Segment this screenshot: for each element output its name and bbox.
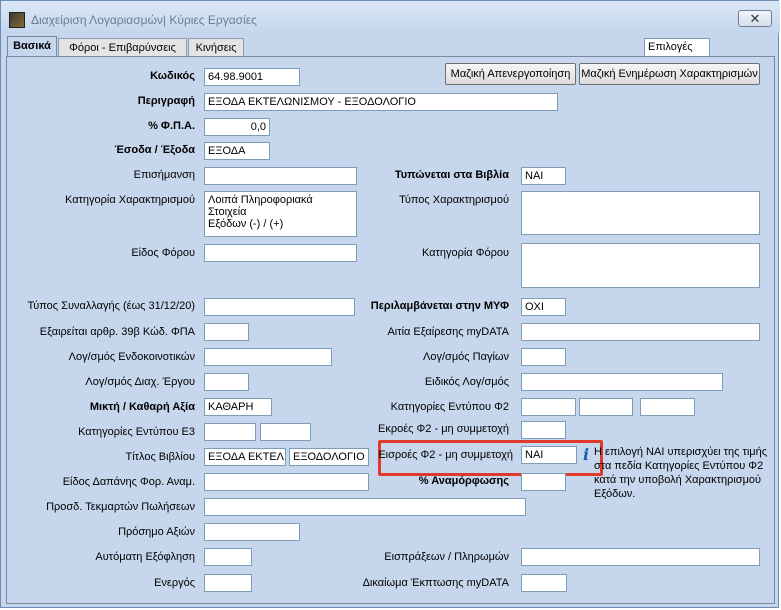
classification-type-label: Τύπος Χαρακτηρισμού (399, 194, 509, 206)
code-input[interactable]: 64.98.9001 (204, 68, 300, 86)
sales-evidence-input[interactable] (204, 498, 526, 516)
f2-inflows-label: Εισροές Φ2 - μη συμμετοχή (378, 449, 513, 461)
reverse-pct-label: % Αναμόρφωσης (418, 475, 509, 487)
project-mgmt-input[interactable] (204, 373, 249, 391)
fixed-assets-input[interactable] (521, 348, 566, 366)
auto-settlement-input[interactable] (204, 548, 252, 566)
code-label: Κωδικός (150, 70, 195, 82)
description-label: Περιγραφή (137, 95, 195, 107)
app-icon (9, 12, 25, 28)
tax-kind-label: Είδος Φόρου (131, 247, 195, 259)
exemption-reason-label: Αιτία Εξαίρεσης myDATA (387, 326, 509, 338)
vat-input[interactable]: 0,0 (204, 118, 270, 136)
exemption-reason-input[interactable] (521, 323, 760, 341)
special-account-label: Ειδικός Λογ/σμός (424, 376, 509, 388)
fixed-assets-label: Λογ/σμός Παγίων (423, 351, 509, 363)
transaction-type-input[interactable] (204, 298, 355, 316)
book-type-name-input[interactable]: ΕΞΟΔΟΛΟΓΙΟ (289, 448, 369, 466)
f2-outflows-label: Εκροές Φ2 - μη συμμετοχή (378, 423, 509, 435)
vat-label: % Φ.Π.Α. (148, 120, 195, 132)
mass-deactivate-button[interactable]: Μαζική Απενεργοποίηση (445, 63, 576, 85)
app-window: Διαχείριση Λογαριασμών| Κύριες Εργασίες … (0, 0, 780, 608)
title-bar: Διαχείριση Λογαριασμών| Κύριες Εργασίες … (1, 1, 780, 33)
receipts-payments-input[interactable] (521, 548, 760, 566)
f2-category-1-input[interactable] (521, 398, 576, 416)
value-sign-input[interactable] (204, 523, 300, 541)
e3-categories-label: Κατηγορίες Εντύπου Ε3 (78, 426, 195, 438)
printed-label: Τυπώνεται στα Βιβλία (394, 169, 509, 181)
value-sign-label: Πρόσημο Αξιών (118, 526, 195, 538)
info-icon[interactable]: i (579, 446, 593, 463)
classification-category-label: Κατηγορία Χαρακτηρισμού (65, 194, 195, 206)
deduction-right-input[interactable] (521, 574, 567, 592)
e3-category-1-input[interactable] (204, 423, 256, 441)
expense-kind-label: Είδος Δαπάνης Φορ. Αναμ. (62, 476, 195, 488)
f2-categories-label: Κατηγορίες Εντύπου Φ2 (390, 401, 509, 413)
e3-category-2-input[interactable] (260, 423, 311, 441)
intracommunity-label: Λογ/σμός Ενδοκοινοτικών (68, 351, 195, 363)
project-mgmt-label: Λογ/σμός Διαχ. Έργου (85, 376, 195, 388)
mass-update-button[interactable]: Μαζική Ενημέρωση Χαρακτηρισμών (579, 63, 760, 85)
f2-category-3-input[interactable] (640, 398, 695, 416)
tax-category-input[interactable] (521, 243, 760, 288)
book-type-code-input[interactable]: ΕΞΟΔΑ ΕΚΤΕΛ (204, 448, 286, 466)
close-button[interactable]: ✕ (738, 10, 772, 27)
f2-category-2-input[interactable] (579, 398, 633, 416)
auto-settlement-label: Αυτόματη Εξόφληση (95, 551, 195, 563)
expense-kind-input[interactable] (204, 473, 369, 491)
reverse-pct-input[interactable] (521, 473, 566, 491)
receipts-payments-label: Εισπράξεων / Πληρωμών (384, 551, 509, 563)
tab-movements[interactable]: Κινήσεις (188, 38, 244, 58)
deduction-right-label: Δικαίωμα Έκπτωσης myDATA (362, 577, 509, 589)
tax-kind-input[interactable] (204, 244, 357, 262)
window-title: Διαχείριση Λογαριασμών| Κύριες Εργασίες (31, 13, 257, 27)
transaction-type-label: Τύπος Συναλλαγής (έως 31/12/20) (27, 300, 195, 312)
tab-taxes[interactable]: Φόροι - Επιβαρύνσεις (58, 38, 187, 58)
classification-type-input[interactable] (521, 191, 760, 235)
options-button[interactable]: Επιλογές (644, 38, 710, 57)
tax-category-label: Κατηγορία Φόρου (421, 247, 509, 259)
gross-net-label: Μικτή / Καθαρή Αξία (89, 401, 195, 413)
active-label: Ενεργός (154, 577, 195, 589)
description-input[interactable]: ΕΞΟΔΑ ΕΚΤΕΛΩΝΙΣΜΟΥ - ΕΞΟΔΟΛΟΓΙΟ (204, 93, 558, 111)
classification-category-input[interactable]: Λοιπά Πληροφοριακά Στοιχεία Εξόδων (-) /… (204, 191, 357, 237)
note-input[interactable] (204, 167, 357, 185)
included-myf-input[interactable]: ΟΧΙ (521, 298, 566, 316)
sales-evidence-label: Προσδ. Τεκμαρτών Πωλήσεων (46, 501, 195, 513)
gross-net-input[interactable]: ΚΑΘΑΡΗ (204, 398, 272, 416)
special-account-input[interactable] (521, 373, 723, 391)
book-type-label: Τίτλος Βιβλίου (125, 451, 195, 463)
f2-inflows-input[interactable]: ΝΑΙ (521, 446, 577, 464)
printed-input[interactable]: ΝΑΙ (521, 167, 566, 185)
exempt-input[interactable] (204, 323, 249, 341)
f2-outflows-input[interactable] (521, 421, 566, 439)
included-myf-label: Περιλαμβάνεται στην ΜΥΦ (370, 300, 509, 312)
intracommunity-input[interactable] (204, 348, 332, 366)
info-note: Η επιλογή ΝΑΙ υπερισχύει της τιμής στα π… (594, 446, 768, 500)
income-expense-label: Έσοδα / Έξοδα (114, 144, 195, 156)
income-expense-input[interactable]: ΕΞΟΔΑ (204, 142, 270, 160)
exempt-label: Εξαιρείται αρθρ. 39β Κώδ. ΦΠΑ (39, 326, 195, 338)
note-label: Επισήμανση (133, 169, 195, 181)
active-input[interactable] (204, 574, 252, 592)
